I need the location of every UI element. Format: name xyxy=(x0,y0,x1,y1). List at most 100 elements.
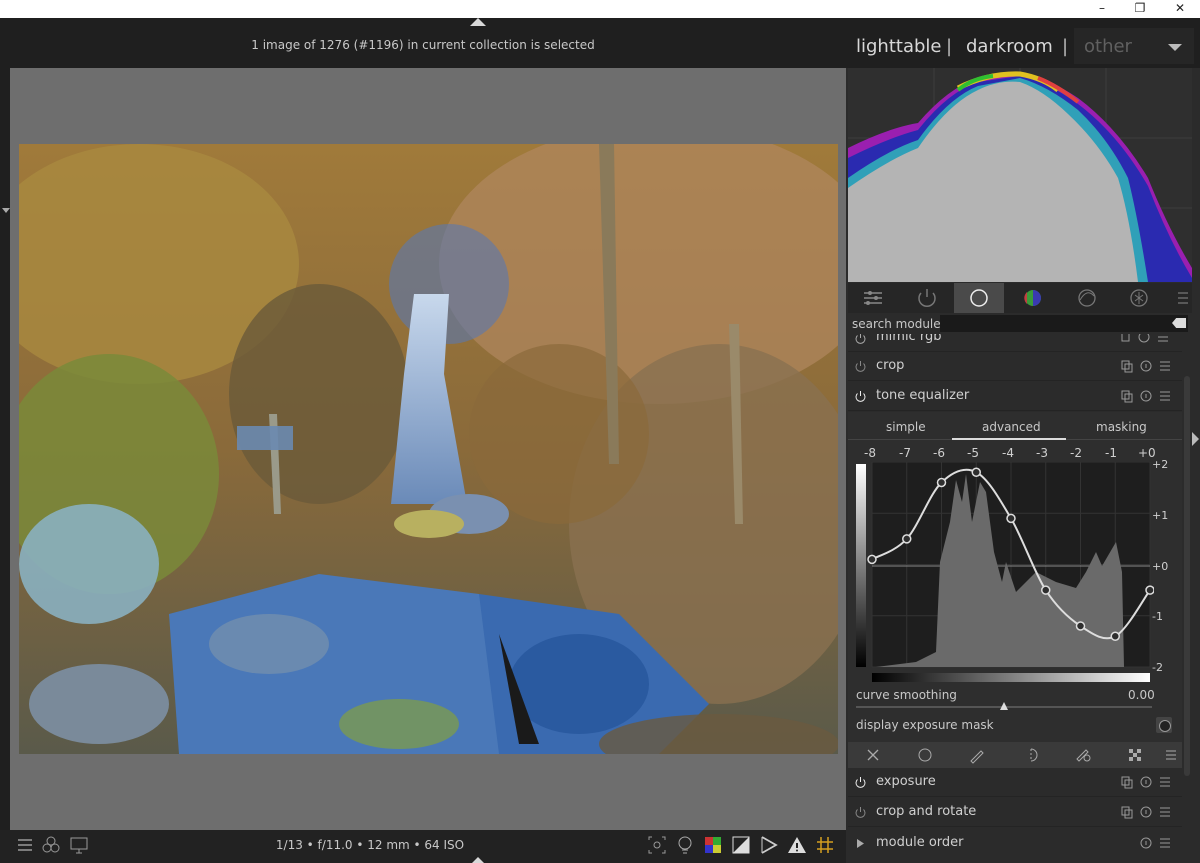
ev-tick-label: -4 xyxy=(1002,446,1014,460)
module-crop-and-rotate[interactable]: crop and rotate xyxy=(848,798,1182,827)
chevron-down-icon xyxy=(1168,44,1182,51)
curve-node[interactable] xyxy=(902,534,912,544)
view-other-label: other xyxy=(1084,36,1132,57)
histogram-graph xyxy=(848,68,1192,283)
module-search: search module xyxy=(848,314,1192,334)
image-info: 1/13 • f/11.0 • 12 mm • 64 ISO xyxy=(275,838,465,852)
view-other-dropdown[interactable]: other xyxy=(1074,28,1194,64)
search-input[interactable] xyxy=(940,315,1188,332)
curve-node[interactable] xyxy=(1075,621,1086,631)
search-label: search module xyxy=(852,317,941,331)
ev-tick-label: -7 xyxy=(899,446,911,460)
module-exposure[interactable]: exposure xyxy=(848,768,1182,797)
module-mimic-rgb[interactable]: mimic rgb xyxy=(848,334,1182,352)
ev-tick-label: -3 xyxy=(1036,446,1048,460)
power-icon[interactable] xyxy=(854,390,867,403)
color-icon[interactable] xyxy=(1008,283,1058,313)
module-header-icons[interactable] xyxy=(1118,389,1174,403)
module-header-icons[interactable] xyxy=(1118,359,1174,373)
drawn-parametric-icon[interactable] xyxy=(1074,746,1092,764)
module-name: exposure xyxy=(876,774,936,789)
active-tab-indicator xyxy=(952,438,1066,440)
maximize-button[interactable]: ❐ xyxy=(1122,0,1158,18)
circle-icon[interactable] xyxy=(916,746,934,764)
effect-icon[interactable] xyxy=(1114,283,1164,313)
view-separator: | xyxy=(946,36,953,57)
close-button[interactable]: ✕ xyxy=(1162,0,1198,18)
selection-info: 1 image of 1276 (#1196) in current colle… xyxy=(251,38,595,52)
correct-icon[interactable] xyxy=(1062,283,1112,313)
view-separator: | xyxy=(1062,36,1069,57)
curve-node[interactable] xyxy=(971,467,981,477)
photo-preview[interactable] xyxy=(19,144,838,754)
curve-node[interactable] xyxy=(1110,631,1120,641)
module-header-icons xyxy=(1121,334,1168,343)
menu-icon[interactable] xyxy=(1158,283,1200,313)
waterfall-photo xyxy=(19,144,838,754)
tone-curve-graph[interactable] xyxy=(856,462,1154,684)
brush-icon[interactable] xyxy=(968,746,986,764)
tab-advanced[interactable]: advanced xyxy=(982,420,1041,434)
curve-node[interactable] xyxy=(1145,585,1154,595)
tone-equalizer-panel: simple advanced masking -8 -7 -6 -5 -4 -… xyxy=(848,412,1182,742)
sliders-icon[interactable] xyxy=(848,283,898,313)
ev-tick-label: -6 xyxy=(933,446,945,460)
ev-gain-label: +0 xyxy=(1152,560,1169,573)
module-tone-equalizer[interactable]: tone equalizer xyxy=(848,382,1182,411)
power-icon[interactable] xyxy=(902,283,952,313)
bottom-panel-toggle-icon[interactable] xyxy=(472,857,484,863)
curve-node[interactable] xyxy=(1041,585,1051,595)
close-icon[interactable] xyxy=(864,746,882,764)
view-darkroom[interactable]: darkroom xyxy=(966,36,1053,57)
menu-icon[interactable] xyxy=(1162,746,1180,764)
guides-icon[interactable] xyxy=(758,834,780,856)
ev-gain-label: +2 xyxy=(1152,458,1169,471)
view-lighttable[interactable]: lighttable xyxy=(856,36,941,57)
module-name: module order xyxy=(876,835,964,850)
curve-smoothing-label: curve smoothing xyxy=(856,688,957,702)
tab-simple[interactable]: simple xyxy=(886,420,926,434)
power-icon[interactable] xyxy=(854,334,867,345)
curve-node[interactable] xyxy=(867,554,877,565)
top-panel-toggle-icon[interactable] xyxy=(470,18,486,26)
power-icon[interactable] xyxy=(854,776,867,789)
module-name: crop xyxy=(876,358,905,373)
module-name: crop and rotate xyxy=(876,804,977,819)
power-icon[interactable] xyxy=(854,360,867,373)
module-name: mimic rgb xyxy=(876,334,942,344)
panel-scrollbar[interactable] xyxy=(1184,376,1190,776)
window-titlebar: – ❐ ✕ xyxy=(0,0,1200,18)
module-order[interactable]: module order xyxy=(848,829,1182,858)
curve-smoothing-value: 0.00 xyxy=(1128,688,1155,702)
module-name: tone equalizer xyxy=(876,388,970,403)
slider-thumb-icon[interactable] xyxy=(1000,702,1008,710)
module-crop[interactable]: crop xyxy=(848,352,1182,381)
display-mask-label: display exposure mask xyxy=(856,718,994,732)
blend-mode-bar xyxy=(848,742,1182,768)
ev-tick-label: -1 xyxy=(1105,446,1117,460)
view-switcher: lighttable | darkroom | other xyxy=(846,26,1200,68)
histogram[interactable] xyxy=(848,68,1192,283)
right-panel-toggle-icon[interactable] xyxy=(1192,432,1199,446)
expand-arrow-icon[interactable] xyxy=(854,837,867,850)
module-header-icons[interactable] xyxy=(1118,805,1174,819)
ev-gain-label: +1 xyxy=(1152,509,1169,522)
ev-tick-label: -8 xyxy=(864,446,876,460)
parametric-icon[interactable] xyxy=(1022,746,1040,764)
display-mask-toggle[interactable] xyxy=(1156,717,1172,733)
module-header-icons[interactable] xyxy=(1118,836,1174,850)
minimize-button[interactable]: – xyxy=(1084,0,1120,18)
ev-tick-label: -5 xyxy=(967,446,979,460)
circle-icon[interactable] xyxy=(954,283,1004,313)
grid-icon[interactable] xyxy=(814,834,836,856)
left-panel-toggle-icon[interactable] xyxy=(2,208,10,213)
warning-icon[interactable] xyxy=(786,834,808,856)
curve-node[interactable] xyxy=(936,477,947,488)
power-icon[interactable] xyxy=(854,806,867,819)
module-group-tabs xyxy=(848,283,1192,313)
curve-node[interactable] xyxy=(1006,513,1016,524)
tab-masking[interactable]: masking xyxy=(1096,420,1147,434)
ev-tick-label: -2 xyxy=(1070,446,1082,460)
module-header-icons[interactable] xyxy=(1118,775,1174,789)
raster-icon[interactable] xyxy=(1126,746,1144,764)
